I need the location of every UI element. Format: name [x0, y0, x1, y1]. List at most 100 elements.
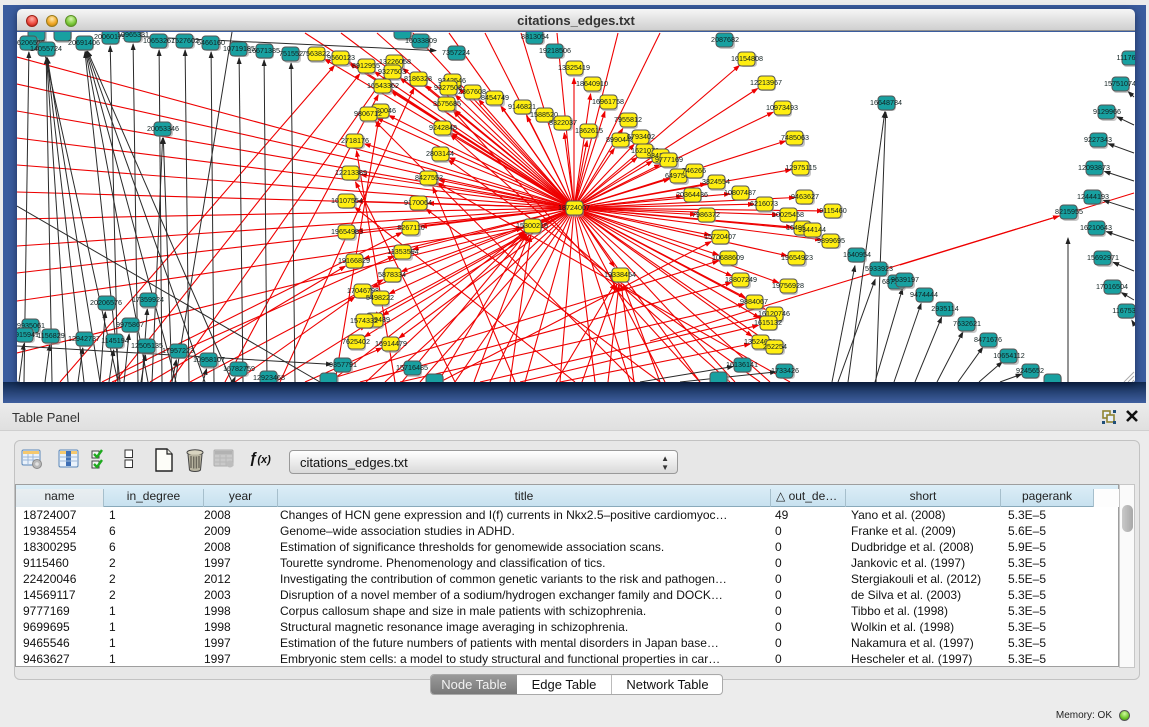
svg-text:8454749: 8454749 — [481, 93, 509, 102]
svg-text:6216073: 6216073 — [750, 199, 778, 208]
svg-text:18640910: 18640910 — [576, 79, 608, 88]
svg-text:9884067: 9884067 — [740, 297, 768, 306]
svg-text:13325419: 13325419 — [558, 63, 590, 72]
svg-text:10654112: 10654112 — [993, 351, 1024, 360]
svg-text:15751074: 15751074 — [1104, 79, 1135, 88]
svg-text:17016504: 17016504 — [1096, 282, 1128, 291]
svg-text:1733426: 1733426 — [771, 366, 799, 375]
svg-text:9129966: 9129966 — [1093, 107, 1121, 116]
svg-text:8322037: 8322037 — [549, 118, 577, 127]
svg-text:9242848: 9242848 — [429, 123, 457, 132]
svg-text:19654983: 19654983 — [331, 227, 363, 236]
svg-text:16210643: 16210643 — [1080, 223, 1112, 232]
svg-text:19654923: 19654923 — [781, 253, 813, 262]
svg-text:2087682: 2087682 — [711, 35, 739, 44]
svg-text:3675685: 3675685 — [433, 99, 461, 108]
svg-text:20053346: 20053346 — [147, 124, 179, 133]
svg-text:6793402: 6793402 — [627, 132, 655, 141]
svg-text:8912955: 8912955 — [352, 61, 380, 70]
svg-text:7625402: 7625402 — [342, 337, 370, 346]
svg-text:16961758: 16961758 — [592, 97, 624, 106]
svg-text:16154808: 16154808 — [731, 54, 763, 63]
svg-text:12213967: 12213967 — [750, 78, 782, 87]
svg-text:9560123: 9560123 — [327, 53, 355, 62]
svg-text:16033809: 16033809 — [405, 36, 437, 45]
svg-text:10958107: 10958107 — [193, 355, 225, 364]
svg-text:9115460: 9115460 — [819, 206, 846, 215]
svg-text:19218506: 19218506 — [539, 46, 571, 55]
svg-text:16136141: 16136141 — [726, 360, 758, 369]
svg-text:10025458: 10025458 — [772, 210, 804, 219]
svg-text:1615132: 1615132 — [754, 318, 782, 327]
svg-text:8186328: 8186328 — [404, 74, 432, 83]
svg-text:7563822: 7563822 — [302, 49, 330, 58]
svg-text:19756928: 19756928 — [772, 281, 804, 290]
svg-text:9463627: 9463627 — [791, 192, 819, 201]
svg-text:9227343: 9227343 — [1084, 135, 1112, 144]
svg-text:1117654: 1117654 — [1117, 53, 1135, 62]
svg-text:9777169: 9777169 — [655, 155, 683, 164]
svg-text:17957223: 17957223 — [162, 346, 194, 355]
svg-text:9975867: 9975867 — [116, 320, 144, 329]
svg-text:12975115: 12975115 — [785, 163, 816, 172]
svg-text:252254: 252254 — [763, 342, 787, 351]
svg-text:9327503: 9327503 — [378, 67, 406, 76]
svg-text:16648784: 16648784 — [870, 98, 902, 107]
svg-text:2718176: 2718176 — [341, 136, 369, 145]
svg-text:16782759: 16782759 — [223, 364, 255, 373]
svg-text:15720407: 15720407 — [704, 232, 736, 241]
svg-text:9639197: 9639197 — [891, 275, 919, 284]
svg-text:7986372: 7986372 — [692, 210, 720, 219]
svg-text:9170064: 9170064 — [404, 198, 432, 207]
svg-text:18724007: 18724007 — [558, 203, 590, 212]
svg-text:1145194: 1145194 — [101, 336, 128, 345]
svg-text:10973493: 10973493 — [766, 103, 798, 112]
svg-text:1362615: 1362615 — [575, 126, 603, 135]
svg-text:2803144: 2803144 — [426, 149, 454, 158]
svg-text:15716485: 15716485 — [396, 363, 428, 372]
svg-text:15692971: 15692971 — [1087, 253, 1119, 262]
svg-text:20364436: 20364436 — [676, 190, 708, 199]
svg-text:9806712: 9806712 — [354, 109, 382, 118]
svg-text:10807487: 10807487 — [724, 188, 756, 197]
svg-text:14055724: 14055724 — [30, 44, 62, 53]
svg-text:12093873: 12093873 — [1078, 163, 1110, 172]
svg-text:8813054: 8813054 — [521, 32, 549, 41]
svg-text:9344144: 9344144 — [798, 225, 826, 234]
svg-text:6466160: 6466160 — [197, 38, 225, 47]
svg-text:1640954: 1640954 — [843, 250, 871, 259]
svg-text:16543362: 16543362 — [367, 81, 399, 90]
svg-text:20206576: 20206576 — [90, 298, 122, 307]
svg-text:1527602: 1527602 — [171, 36, 199, 45]
svg-text:19166829: 19166829 — [338, 256, 370, 265]
svg-text:751552: 751552 — [279, 49, 303, 58]
svg-text:12213389: 12213389 — [335, 168, 367, 177]
svg-text:9857791: 9857791 — [329, 360, 357, 369]
svg-text:7955812: 7955812 — [614, 115, 642, 124]
svg-text:18807249: 18807249 — [725, 275, 757, 284]
svg-text:1167533: 1167533 — [1112, 306, 1135, 315]
svg-text:8267110: 8267110 — [397, 223, 424, 232]
svg-text:17359924: 17359924 — [132, 295, 164, 304]
svg-text:7632621: 7632621 — [953, 319, 981, 328]
svg-text:746266: 746266 — [682, 166, 706, 175]
svg-text:12505135: 12505135 — [131, 341, 163, 350]
svg-text:12444193: 12444193 — [1077, 192, 1109, 201]
svg-text:12942737: 12942737 — [68, 334, 100, 343]
svg-text:16671385: 16671385 — [248, 46, 280, 55]
svg-text:1156829: 1156829 — [37, 331, 64, 340]
svg-text:12923468: 12923468 — [253, 373, 285, 382]
svg-text:11353594: 11353594 — [387, 247, 418, 256]
svg-text:5933923: 5933923 — [865, 264, 893, 273]
svg-text:3824554: 3824554 — [702, 177, 730, 186]
svg-text:8427552: 8427552 — [415, 173, 443, 182]
svg-text:9245652: 9245652 — [1016, 366, 1044, 375]
svg-text:2935114: 2935114 — [931, 304, 958, 313]
svg-text:9899695: 9899695 — [817, 236, 845, 245]
svg-text:1574332: 1574332 — [350, 316, 378, 325]
svg-text:15300215: 15300215 — [516, 221, 548, 230]
svg-text:5498222: 5498222 — [366, 293, 394, 302]
svg-text:8471676: 8471676 — [974, 335, 1002, 344]
svg-text:10688609: 10688609 — [712, 253, 744, 262]
svg-text:19338454: 19338454 — [604, 270, 636, 279]
